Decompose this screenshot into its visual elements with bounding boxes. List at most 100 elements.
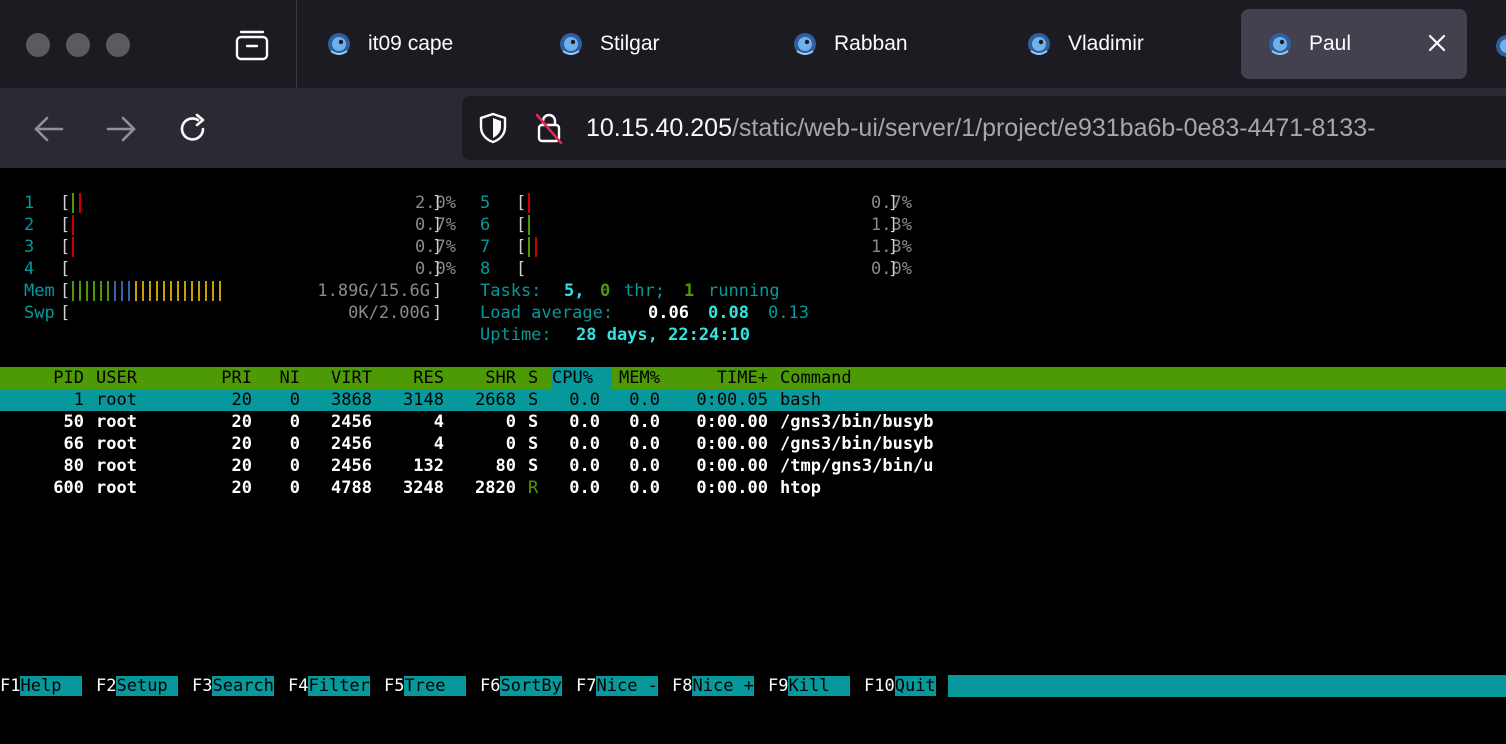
function-key-bar: F1Help F2Setup F3Search F4Filter F5Tree F6… [0, 675, 1506, 697]
swap-value: 0K/2.00G [348, 303, 430, 323]
process-row[interactable]: 66 root 20 0 2456 4 0 S 0.0 0.0 0:00.00/gns3/bin/b… [0, 433, 1506, 455]
arrow-left-icon[interactable] [32, 112, 66, 146]
mem-value: 1.89G/15.6G [317, 281, 430, 301]
process-table-header[interactable]: PID USER PRI NI VIRT RES SHR S CPU% MEM% TIME+ Comm… [0, 367, 1506, 389]
mem-bar-segment [198, 281, 200, 301]
process-row[interactable]: 80 root 20 0 2456 132 80 S 0.0 0.0 0:00.00/tmp/gns… [0, 455, 1506, 477]
cpu-meter-7: 7[1.3%] [0, 236, 1506, 258]
tab-stilgar[interactable]: Stilgar [532, 9, 752, 79]
tab-label: Stilgar [600, 32, 660, 55]
cell-command: /tmp/gns3/bin/u [780, 456, 934, 476]
fkey-label: Quit [894, 676, 936, 696]
mem-bar-segment [86, 281, 88, 301]
url-text[interactable]: 10.15.40.205/static/web-ui/server/1/proj… [586, 96, 1375, 160]
mem-bracket-open: [ [60, 281, 71, 301]
fkey-key: F3 [192, 676, 213, 696]
uptime-value: 28 days, 22:24:10 [576, 325, 750, 345]
mem-bar-segment [191, 281, 193, 301]
fkey-key: F5 [384, 676, 405, 696]
cpu-number: 7 [480, 237, 491, 257]
cpu-bracket-close: ] [888, 193, 899, 213]
cell-time: 0:00.00 [696, 456, 768, 476]
htop-terminal[interactable]: 1[2.0%] 2[0.7%] 3[0.7%] 4[0.0%] 5[0.7%] 6[1.3… [0, 168, 1506, 744]
navigation-bar: 10.15.40.205/static/web-ui/server/1/proj… [0, 88, 1506, 168]
close-icon[interactable] [1425, 31, 1449, 55]
tab-rabban[interactable]: Rabban [766, 9, 986, 79]
gns3-chameleon-icon [794, 33, 816, 55]
arrow-right-icon[interactable] [104, 112, 138, 146]
gns3-chameleon-icon [560, 33, 582, 55]
tab-overflow[interactable] [1494, 33, 1506, 59]
cpu-number: 6 [480, 215, 491, 235]
mem-bar-segment [93, 281, 95, 301]
tab-label: Vladimir [1068, 32, 1144, 55]
fkey-key: F6 [480, 676, 501, 696]
fkey-label: Help [20, 676, 82, 696]
url-path: /static/web-ui/server/1/project/e931ba6b… [731, 114, 1376, 142]
mem-bar-segment [72, 281, 74, 301]
swap-meter: Swp [ 0K/2.00G ] [0, 302, 1506, 324]
cpu-number: 5 [480, 193, 491, 213]
minimize-window-button[interactable] [66, 33, 90, 57]
cpu-meter-5: 5[0.7%] [0, 192, 1506, 214]
close-window-button[interactable] [26, 33, 50, 57]
fkey-key: F10 [864, 676, 895, 696]
column-header-time[interactable]: TIME+ [568, 367, 768, 389]
process-row[interactable]: 600 root 20 0 4788 3248 2820 R 0.0 0.0 0:00.00 htop [0, 477, 1506, 499]
url-host: 10.15.40.205 [586, 114, 732, 142]
fkey-label: Filter [308, 676, 370, 696]
fkey-f7[interactable]: F7Nice - [576, 675, 658, 697]
fkey-key: F4 [288, 676, 309, 696]
mem-bar-segment [177, 281, 179, 301]
cpu-bar-segment [528, 193, 530, 213]
fkey-label: Setup [116, 676, 178, 696]
fkey-key: F2 [96, 676, 117, 696]
tab-overview-icon[interactable] [234, 28, 270, 62]
swap-bracket-close: ] [432, 303, 443, 323]
cell-command: htop [780, 478, 821, 498]
cpu-meter-8: 8[0.0%] [0, 258, 1506, 280]
uptime-line: Uptime: 28 days, 22:24:10 [0, 324, 1506, 346]
cell-time: 0:00.00 [696, 478, 768, 498]
tab-label: Rabban [834, 32, 908, 55]
cpu-bars [528, 236, 542, 258]
cell-command: bash [780, 390, 821, 410]
fkey-f2[interactable]: F2Setup [96, 675, 178, 697]
cell-time: 0:00.05 [696, 390, 768, 410]
cpu-bracket-open: [ [516, 259, 527, 279]
fkey-f6[interactable]: F6SortBy [480, 675, 562, 697]
fkey-f9[interactable]: F9Kill [768, 675, 850, 697]
tab-it09-cape[interactable]: it09 cape [300, 9, 520, 79]
mem-bar-segment [142, 281, 144, 301]
fkey-f3[interactable]: F3Search [192, 675, 274, 697]
fkey-key: F8 [672, 676, 693, 696]
mem-bar-segment [219, 281, 221, 301]
column-header-command[interactable]: Command [780, 367, 852, 389]
process-row[interactable]: 1 root 20 0 3868 3148 2668 S 0.0 0.0 0:00.05 bash [0, 389, 1506, 411]
tab-bar: it09 cape Stilgar Rabban Vladimir Paul [0, 0, 1506, 88]
fkey-f1[interactable]: F1Help [0, 675, 82, 697]
fkey-f4[interactable]: F4Filter [288, 675, 370, 697]
fkey-label: Nice + [692, 676, 754, 696]
mem-bar-segment [100, 281, 102, 301]
fkey-f8[interactable]: F8Nice + [672, 675, 754, 697]
tab-paul[interactable]: Paul [1241, 9, 1467, 79]
fkey-f5[interactable]: F5Tree [384, 675, 466, 697]
uptime-label: Uptime: [480, 325, 552, 345]
cpu-bracket-close: ] [888, 259, 899, 279]
zoom-window-button[interactable] [106, 33, 130, 57]
insecure-lock-icon[interactable] [534, 111, 564, 145]
shield-icon[interactable] [478, 112, 508, 144]
cell-command: /gns3/bin/busyb [780, 412, 934, 432]
mem-bar-segment [170, 281, 172, 301]
process-row[interactable]: 50 root 20 0 2456 4 0 S 0.0 0.0 0:00.00/gns3/bin/b… [0, 411, 1506, 433]
mem-bar-segment [135, 281, 137, 301]
reload-icon[interactable] [176, 112, 210, 146]
mem-bar-segment [149, 281, 151, 301]
fkey-key: F7 [576, 676, 597, 696]
url-bar[interactable]: 10.15.40.205/static/web-ui/server/1/proj… [462, 96, 1506, 160]
tab-separator [296, 0, 297, 88]
fkey-f10[interactable]: F10Quit [864, 675, 936, 697]
cpu-bracket-open: [ [516, 237, 527, 257]
tab-vladimir[interactable]: Vladimir [1000, 9, 1220, 79]
